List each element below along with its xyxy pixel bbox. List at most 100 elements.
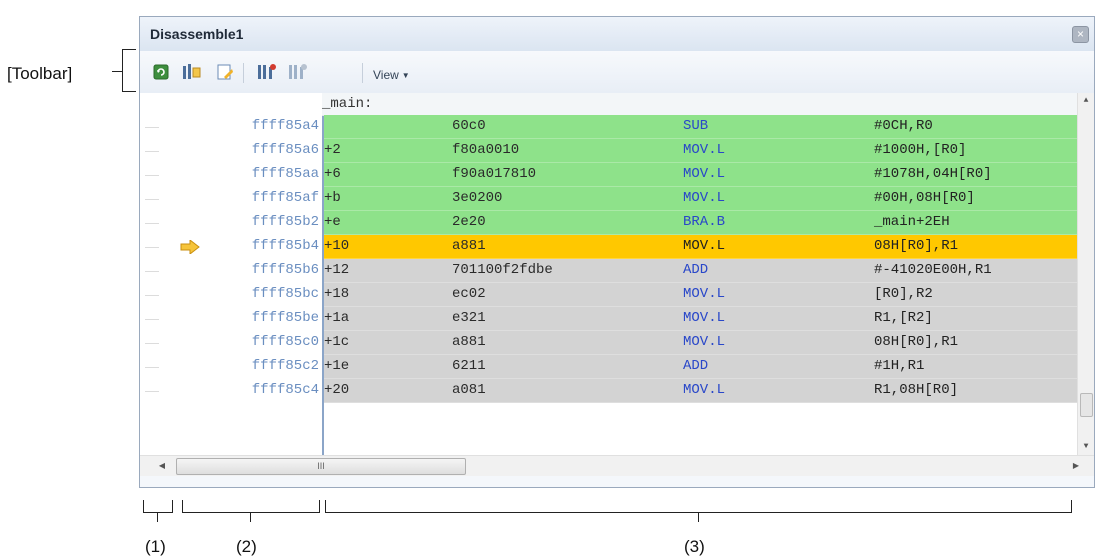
scroll-grip: III xyxy=(317,461,325,471)
row-bytes: f90a017810 xyxy=(452,166,537,182)
vertical-scrollbar[interactable]: ▲ ▼ xyxy=(1077,93,1094,455)
disassembly-row[interactable]: ffff85be +1a e321 MOV.L R1,[R2] xyxy=(140,307,1078,331)
horizontal-scroll-thumb[interactable]: III xyxy=(176,458,466,475)
window-title: Disassemble1 xyxy=(150,26,244,42)
row-offset: +1e xyxy=(324,358,350,374)
step-in-icon xyxy=(258,64,276,79)
row-bytes: a081 xyxy=(452,382,486,398)
go-to-pc-button[interactable] xyxy=(181,61,203,83)
title-bar: Disassemble1 × xyxy=(140,17,1094,51)
row-mnemonic: BRA.B xyxy=(683,214,726,230)
row-offset: +e xyxy=(324,214,341,230)
row-address: ffff85bc xyxy=(251,286,319,302)
row-mnemonic: MOV.L xyxy=(683,190,726,206)
row-mnemonic: ADD xyxy=(683,262,709,278)
close-icon[interactable]: × xyxy=(1072,26,1089,43)
toolbar-bracket xyxy=(122,49,123,91)
row-operands: #1078H,04H[R0] xyxy=(874,166,992,182)
row-address: ffff85b6 xyxy=(251,262,319,278)
row-code: +12 701100f2fdbe ADD #-41020E00H,R1 xyxy=(324,259,1078,283)
area-1-label: (1) xyxy=(145,537,166,556)
row-bytes: 60c0 xyxy=(452,118,486,134)
row-address: ffff85c2 xyxy=(251,358,319,374)
area-3-stem xyxy=(698,512,699,522)
area-2-label: (2) xyxy=(236,537,257,556)
toolbar-separator xyxy=(362,63,363,83)
row-bytes: 2e20 xyxy=(452,214,486,230)
area-3-label: (3) xyxy=(684,537,705,556)
toolbar-bracket-top xyxy=(122,49,136,50)
row-offset: +6 xyxy=(324,166,341,182)
row-bytes: f80a0010 xyxy=(452,142,520,158)
disassembly-row[interactable]: ffff85af +b 3e0200 MOV.L #00H,08H[R0] xyxy=(140,187,1078,211)
row-mnemonic: ADD xyxy=(683,358,709,374)
disassembly-row[interactable]: ffff85c0 +1c a881 MOV.L 08H[R0],R1 xyxy=(140,331,1078,355)
row-operands: 08H[R0],R1 xyxy=(874,334,959,350)
area-2-stem xyxy=(250,512,251,522)
row-operands: R1,08H[R0] xyxy=(874,382,959,398)
disassembly-row[interactable]: ffff85b6 +12 701100f2fdbe ADD #-41020E00H,R1 xyxy=(140,259,1078,283)
row-code: +6 f90a017810 MOV.L #1078H,04H[R0] xyxy=(324,163,1078,187)
chevron-down-icon: ▼ xyxy=(401,71,410,81)
area-1-stem xyxy=(157,512,158,522)
toolbar-bracket-bottom xyxy=(122,91,136,92)
row-mnemonic: MOV.L xyxy=(683,142,726,158)
row-code: +2 f80a0010 MOV.L #1000H,[R0] xyxy=(324,139,1078,163)
go-to-icon xyxy=(183,64,201,79)
save-button[interactable] xyxy=(214,61,236,83)
disassembly-row[interactable]: ffff85aa +6 f90a017810 MOV.L #1078H,04H[R0] xyxy=(140,163,1078,187)
function-label: _main: xyxy=(322,96,373,112)
row-offset: +1c xyxy=(324,334,350,350)
row-operands: #-41020E00H,R1 xyxy=(874,262,992,278)
scroll-up-icon[interactable]: ▲ xyxy=(1078,93,1094,109)
scroll-down-icon[interactable]: ▼ xyxy=(1078,439,1094,455)
refresh-button[interactable] xyxy=(150,61,172,83)
row-address: ffff85be xyxy=(251,310,319,326)
row-address: ffff85b2 xyxy=(251,214,319,230)
row-mnemonic: MOV.L xyxy=(683,238,726,254)
toolbar: View ▼ xyxy=(140,51,1094,94)
row-code: +10 a881 MOV.L 08H[R0],R1 xyxy=(324,235,1078,259)
disassembly-row[interactable]: ffff85b4 +10 a881 MOV.L 08H[R0],R1 xyxy=(140,235,1078,259)
view-menu-button[interactable]: View ▼ xyxy=(373,68,410,82)
step-out-button[interactable] xyxy=(287,61,309,83)
disassembly-row[interactable]: ffff85c4 +20 a081 MOV.L R1,08H[R0] xyxy=(140,379,1078,403)
row-bytes: a881 xyxy=(452,238,486,254)
disassembly-row[interactable]: ffff85b2 +e 2e20 BRA.B _main+2EH xyxy=(140,211,1078,235)
step-in-button[interactable] xyxy=(256,61,278,83)
vertical-scroll-thumb[interactable] xyxy=(1080,393,1093,417)
row-address: ffff85c4 xyxy=(251,382,319,398)
row-operands: R1,[R2] xyxy=(874,310,933,326)
row-mnemonic: MOV.L xyxy=(683,166,726,182)
row-mnemonic: MOV.L xyxy=(683,334,726,350)
row-offset: +1a xyxy=(324,310,350,326)
row-code: +20 a081 MOV.L R1,08H[R0] xyxy=(324,379,1078,403)
row-address: ffff85aa xyxy=(251,166,319,182)
disassembly-row[interactable]: ffff85c2 +1e 6211 ADD #1H,R1 xyxy=(140,355,1078,379)
disassembly-row[interactable]: ffff85a6 +2 f80a0010 MOV.L #1000H,[R0] xyxy=(140,139,1078,163)
row-code: +b 3e0200 MOV.L #00H,08H[R0] xyxy=(324,187,1078,211)
label-row: _main: xyxy=(322,93,1078,116)
toolbar-annotation-label: [Toolbar] xyxy=(7,64,73,83)
row-operands: #0CH,R0 xyxy=(874,118,933,134)
horizontal-scrollbar[interactable]: ◀ III ▶ xyxy=(140,455,1094,476)
row-operands: [R0],R2 xyxy=(874,286,933,302)
row-code: +e 2e20 BRA.B _main+2EH xyxy=(324,211,1078,235)
area-2-bracket xyxy=(182,500,320,513)
row-bytes: e321 xyxy=(452,310,486,326)
row-code: 60c0 SUB #0CH,R0 xyxy=(324,115,1078,139)
row-address: ffff85a6 xyxy=(251,142,319,158)
row-mnemonic: MOV.L xyxy=(683,286,726,302)
scroll-left-icon[interactable]: ◀ xyxy=(154,456,170,476)
disassembly-row[interactable]: ffff85a4 60c0 SUB #0CH,R0 xyxy=(140,115,1078,139)
scroll-right-icon[interactable]: ▶ xyxy=(1068,456,1084,476)
save-icon xyxy=(217,64,233,80)
row-operands: _main+2EH xyxy=(874,214,950,230)
row-code: +18 ec02 MOV.L [R0],R2 xyxy=(324,283,1078,307)
row-mnemonic: SUB xyxy=(683,118,709,134)
disassembly-row[interactable]: ffff85bc +18 ec02 MOV.L [R0],R2 xyxy=(140,283,1078,307)
disassembly-area: _main: ffff85a4 60c0 SUB #0CH,R0 ffff85a6 +2 f… xyxy=(140,93,1094,455)
row-bytes: 3e0200 xyxy=(452,190,503,206)
row-code: +1c a881 MOV.L 08H[R0],R1 xyxy=(324,331,1078,355)
row-address: ffff85af xyxy=(251,190,319,206)
